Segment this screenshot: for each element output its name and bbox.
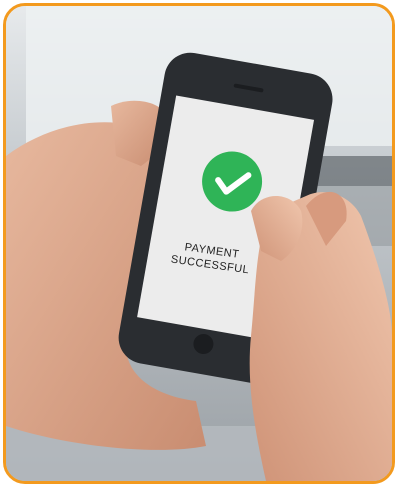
photo-frame: PAYMENT SUCCESSFUL	[3, 3, 395, 484]
